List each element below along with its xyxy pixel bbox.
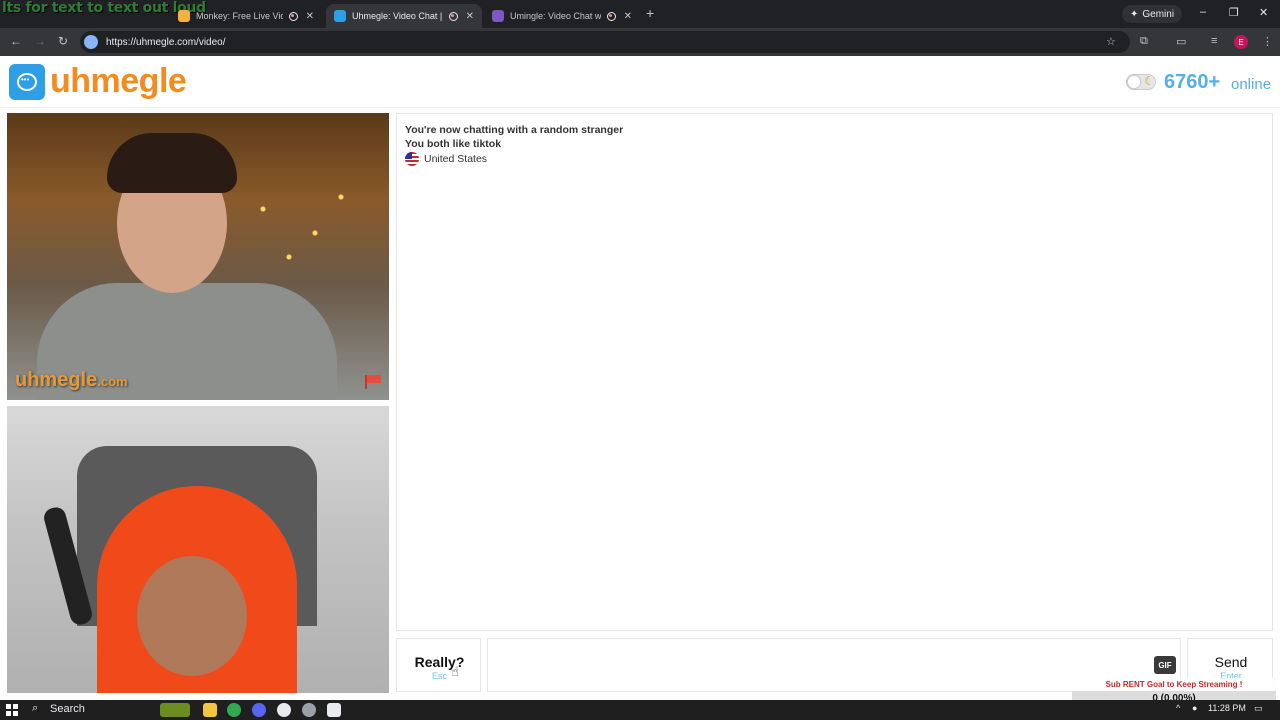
watermark-suffix: .com — [97, 374, 128, 389]
menu-kebab-icon[interactable]: ⋮ — [1262, 35, 1273, 48]
search-icon[interactable]: ⌕ — [32, 702, 38, 715]
back-icon[interactable]: ← — [10, 34, 22, 48]
gemini-button[interactable]: ✦ Gemini — [1122, 5, 1183, 23]
hand-cursor-icon: ☝ — [451, 664, 459, 679]
umingle-favicon-icon — [492, 10, 504, 22]
browser-toolbar: ← → ↻ https://uhmegle.com/video/ ☆ ⧉ ▭ ≡… — [0, 28, 1280, 56]
close-tab-icon[interactable]: ✕ — [466, 11, 474, 22]
tab-monkey[interactable]: Monkey: Free Live Video Ch ✕ — [170, 4, 322, 28]
send-label: Send — [1214, 654, 1248, 670]
media-controls-icon[interactable]: ≡ — [1211, 35, 1217, 47]
site-header: uhmegle ☾ 6760+ online — [0, 56, 1280, 108]
self-face — [137, 556, 247, 676]
string-lights — [237, 173, 367, 293]
clock[interactable]: 11:28 PM — [1208, 703, 1246, 713]
chrome-icon[interactable] — [227, 703, 241, 717]
taskbar-search[interactable]: Search — [50, 703, 85, 715]
notifications-icon[interactable]: ▭ — [1254, 703, 1263, 714]
site-logo[interactable]: uhmegle — [50, 62, 187, 101]
settings-icon[interactable] — [327, 703, 341, 717]
sparkle-icon: ✦ — [1130, 8, 1139, 20]
recording-icon — [448, 11, 458, 21]
app-icon[interactable] — [302, 703, 316, 717]
goal-text: Sub RENT Goal to Keep Streaming ! — [1105, 680, 1243, 689]
recording-icon — [606, 11, 616, 21]
moon-icon: ☾ — [1144, 74, 1155, 88]
close-tab-icon[interactable]: ✕ — [306, 11, 314, 22]
site-info-icon[interactable] — [84, 35, 98, 49]
url-text[interactable]: https://uhmegle.com/video/ — [106, 37, 226, 48]
recording-icon — [288, 11, 298, 21]
cast-icon[interactable]: ▭ — [1176, 35, 1186, 48]
tab-title: Monkey: Free Live Video Ch — [196, 11, 283, 21]
tab-uhmegle[interactable]: Uhmegle: Video Chat | Ran ✕ — [326, 4, 482, 28]
widgets-icon[interactable] — [160, 703, 190, 717]
new-tab-button[interactable]: + — [646, 5, 654, 21]
page-content: uhmegle ☾ 6760+ online uhmegle.com You'r… — [0, 56, 1280, 708]
country-label: United States — [424, 153, 488, 165]
microphone-icon[interactable]: ● — [1192, 703, 1197, 713]
stranger-hair — [107, 133, 237, 193]
file-explorer-icon[interactable] — [203, 703, 217, 717]
online-label: online — [1231, 76, 1272, 93]
video-watermark: uhmegle.com — [15, 369, 128, 392]
uhmegle-favicon-icon — [334, 10, 346, 22]
close-window-icon[interactable]: ✕ — [1259, 6, 1268, 19]
us-flag-icon — [405, 152, 419, 166]
stranger-country: United States — [405, 152, 487, 166]
minimize-icon[interactable]: – — [1200, 6, 1206, 18]
windows-taskbar: ⌕ Search ^ ● 11:28 PM ▭ — [0, 700, 1280, 720]
stop-button[interactable]: Really? Esc — [396, 638, 481, 692]
tab-title: Uhmegle: Video Chat | Ran — [352, 11, 443, 21]
report-flag-icon[interactable] — [365, 375, 383, 389]
tray-chevron-icon[interactable]: ^ — [1176, 703, 1180, 713]
close-tab-icon[interactable]: ✕ — [624, 11, 632, 22]
bookmark-star-icon[interactable]: ☆ — [1106, 35, 1116, 48]
profile-avatar[interactable]: E — [1234, 35, 1248, 49]
reload-icon[interactable]: ↻ — [58, 34, 68, 48]
stop-label: Really? — [414, 654, 465, 670]
stop-shortcut: Esc — [431, 671, 447, 681]
tab-umingle[interactable]: Umingle: Video Chat with S ✕ — [484, 4, 640, 28]
online-count: 6760+ — [1164, 71, 1221, 93]
self-video — [7, 406, 389, 693]
obs-icon[interactable] — [277, 703, 291, 717]
discord-icon[interactable] — [252, 703, 266, 717]
chat-bubble-logo-icon[interactable] — [9, 64, 45, 100]
extensions-icon[interactable]: ⧉ — [1140, 35, 1148, 48]
stranger-video: uhmegle.com — [7, 113, 389, 400]
gemini-label: Gemini — [1142, 8, 1175, 20]
tab-title: Umingle: Video Chat with S — [510, 11, 601, 21]
windows-start-icon[interactable] — [6, 704, 18, 716]
gif-button[interactable]: GIF — [1154, 656, 1176, 674]
system-message-connected: You're now chatting with a random strang… — [405, 124, 624, 136]
address-bar[interactable]: https://uhmegle.com/video/ — [80, 31, 1130, 53]
watermark-name: uhmegle — [15, 369, 98, 391]
monkey-favicon-icon — [178, 10, 190, 22]
system-message-interests: You both like tiktok — [405, 138, 502, 150]
chat-log: You're now chatting with a random strang… — [396, 113, 1273, 631]
browser-tab-bar: lts for text to text out loud Monkey: Fr… — [0, 0, 1280, 28]
forward-icon[interactable]: → — [34, 34, 46, 48]
restore-icon[interactable]: ❐ — [1229, 6, 1239, 19]
